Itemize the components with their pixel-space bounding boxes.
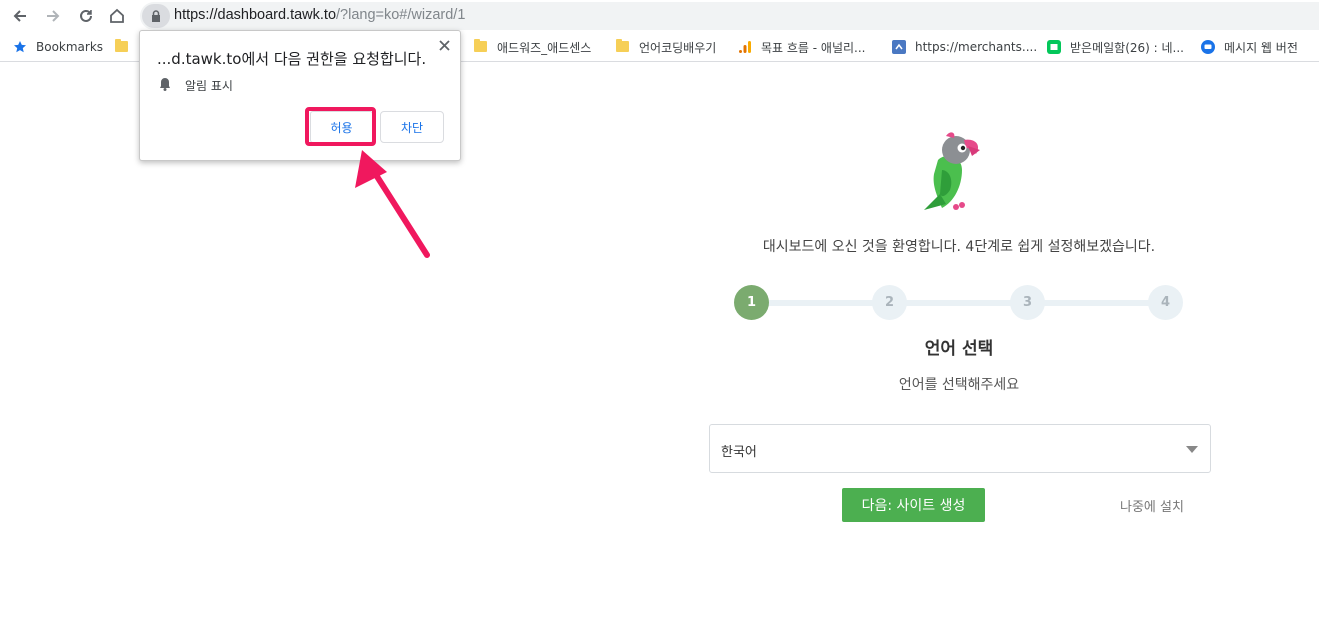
- url-text: https://dashboard.tawk.to/?lang=ko#/wiza…: [174, 7, 465, 23]
- star-icon: [13, 40, 27, 54]
- install-later-link[interactable]: 나중에 설치: [1120, 496, 1184, 515]
- bookmark-label: 메시지 웹 버전: [1224, 40, 1298, 55]
- bookmark-messages[interactable]: 메시지 웹 버전: [1201, 38, 1298, 56]
- bell-icon: [159, 77, 171, 94]
- next-create-site-button[interactable]: 다음: 사이트 생성: [842, 488, 985, 522]
- url-path: /?lang=ko#/wizard/1: [336, 7, 466, 23]
- bookmark-label: 언어코딩배우기: [639, 40, 717, 55]
- permission-label: 알림 표시: [185, 79, 233, 93]
- bookmark-merchants[interactable]: https://merchants....: [892, 38, 1037, 56]
- popup-title: ...d.tawk.to에서 다음 권한을 요청합니다.: [157, 50, 427, 68]
- bookmark-folder-hidden[interactable]: [115, 38, 138, 56]
- home-button[interactable]: [105, 4, 129, 28]
- folder-icon: [474, 39, 488, 54]
- reload-button[interactable]: [74, 4, 98, 28]
- bookmark-label: Bookmarks: [36, 40, 104, 54]
- folder-icon: [616, 39, 630, 54]
- step-4: 4: [1148, 285, 1183, 320]
- bookmark-label: 목표 흐름 - 애널리...: [761, 40, 866, 55]
- back-arrow-icon: [13, 10, 26, 22]
- permission-row: 알림 표시: [159, 77, 233, 94]
- bookmark-adwords[interactable]: 애드워즈_애드센스: [474, 38, 591, 56]
- lock-icon[interactable]: [142, 4, 170, 28]
- back-button[interactable]: [8, 4, 32, 28]
- language-value: 한국어: [721, 445, 757, 460]
- bookmark-naver-mail[interactable]: 받은메일함(26) : 네...: [1047, 38, 1184, 56]
- home-icon: [110, 8, 124, 23]
- bookmark-label: https://merchants....: [915, 40, 1038, 54]
- step-3: 3: [1010, 285, 1045, 320]
- section-subtitle: 언어를 선택해주세요: [898, 377, 1020, 393]
- messages-icon: [1201, 40, 1215, 54]
- url-host: https://dashboard.tawk.to: [174, 7, 337, 23]
- forward-arrow-icon: [47, 10, 60, 22]
- step-2: 2: [872, 285, 907, 320]
- bookmark-analytics[interactable]: 목표 흐름 - 애널리...: [738, 38, 866, 56]
- forward-button[interactable]: [41, 4, 65, 28]
- section-title: 언어 선택: [924, 339, 994, 359]
- step-track: [752, 300, 1166, 306]
- folder-icon: [115, 39, 129, 54]
- step-1: 1: [734, 285, 769, 320]
- bookmark-bookmarks[interactable]: Bookmarks: [13, 38, 103, 56]
- address-bar[interactable]: https://dashboard.tawk.to/?lang=ko#/wiza…: [140, 2, 1319, 30]
- language-select[interactable]: 한국어: [709, 424, 1211, 473]
- bookmark-coding[interactable]: 언어코딩배우기: [616, 38, 716, 56]
- block-button[interactable]: 차단: [380, 111, 444, 143]
- browser-toolbar: https://dashboard.tawk.to/?lang=ko#/wiza…: [0, 0, 1319, 32]
- naver-mail-icon: [1047, 40, 1061, 54]
- analytics-icon: [738, 40, 752, 54]
- tawk-parrot-logo: [924, 132, 980, 210]
- close-icon[interactable]: [436, 37, 452, 53]
- caret-down-icon: [1186, 446, 1198, 453]
- merchant-icon: [892, 40, 906, 54]
- pointer-arrow-icon: [355, 150, 430, 258]
- welcome-text: 대시보드에 오신 것을 환영합니다. 4단계로 쉽게 설정해보겠습니다.: [762, 239, 1156, 255]
- bookmark-label: 받은메일함(26) : 네...: [1070, 40, 1184, 55]
- reload-icon: [80, 9, 92, 22]
- step-progress: 1 2 3 4: [734, 285, 1184, 321]
- bookmark-label: 애드워즈_애드센스: [497, 40, 592, 55]
